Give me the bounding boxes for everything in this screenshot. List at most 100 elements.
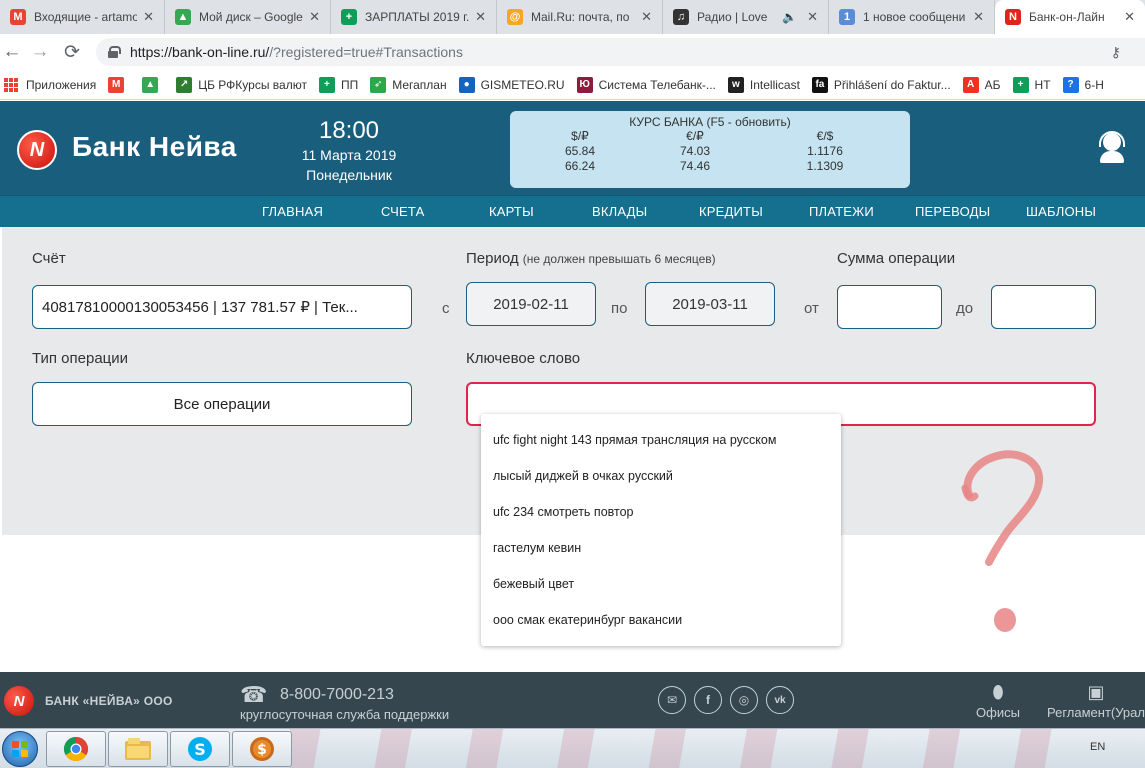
forward-icon[interactable]: → [28,40,52,64]
rates-title: КУРС БАНКА (F5 - обновить) [629,115,791,129]
svg-text:$: $ [257,742,267,758]
browser-tab[interactable]: M Входящие - artamo ✕ [0,0,165,34]
browser-tab[interactable]: N Банк-он-Лайн ✕ [995,0,1145,34]
footer-offices-label: Офисы [976,705,1020,720]
bookmark-item[interactable]: ? 6-Н [1062,76,1104,93]
tab-close-icon[interactable]: ✕ [143,9,154,25]
bookmark-item[interactable]: ● GISMETEO.RU [458,76,565,93]
bookmark-item[interactable]: ▲ [142,76,164,93]
nav-home[interactable]: ГЛАВНАЯ [262,204,323,219]
bank-logo-icon[interactable]: N [17,130,57,170]
rate-value: 1.1309 [806,159,844,173]
bookmark-item[interactable]: w Intellicast [727,76,800,93]
facebook-icon[interactable]: f [694,686,722,714]
nav-deposits[interactable]: ВКЛАДЫ [592,204,647,219]
tab-title: Радио | Love [697,10,768,24]
rate-value: 1.1176 [807,144,843,158]
document-icon: ▣ [1087,682,1105,702]
address-bar[interactable]: https://bank-on-line.ru//?registered=tru… [96,38,1145,66]
chrome-icon[interactable] [46,731,106,767]
mail-icon[interactable]: ✉ [658,686,686,714]
bookmark-item[interactable]: + НТ [1012,76,1051,93]
nav-templates[interactable]: ШАБЛОНЫ [1026,204,1096,219]
taskbar-wallpaper [290,729,1090,768]
rates-header-row: $/₽ €/₽ €/$ [510,129,910,144]
nav-cards[interactable]: КАРТЫ [489,204,534,219]
nav-credits[interactable]: КРЕДИТЫ [699,204,763,219]
suggestion-item[interactable]: ufc fight night 143 прямая трансляция на… [493,433,776,447]
clock-date: 11 Марта 2019 [301,147,397,163]
footer-phone[interactable]: 8-800-7000-213 [280,686,394,704]
suggestion-item[interactable]: бежевый цвет [493,577,574,591]
footer-reglament-label: Регламент(Урал [1047,705,1145,720]
bookmark-item[interactable]: ➶ Мегаплан [370,76,447,93]
key-icon[interactable]: ⚷ [1111,44,1121,61]
bookmark-item[interactable]: + ПП [318,76,359,93]
date-from-input[interactable]: 2019-02-11 [466,282,596,326]
skype-icon[interactable]: S [170,731,230,767]
suggestion-item[interactable]: ufc 234 смотреть повтор [493,505,634,519]
bookmark-label: ПП [340,77,359,92]
bookmark-item[interactable]: Приложения [4,77,96,92]
megaplan-icon: ➶ [370,76,387,93]
bookmark-item[interactable]: Ю Система Телебанк-... [576,76,716,93]
google-drive-icon: ▲ [142,76,159,93]
nav-payments[interactable]: ПЛАТЕЖИ [809,204,874,219]
sum-to-word: до [956,300,974,317]
tab-favicon-icon: ▲ [175,9,191,25]
rates-buy-row: 65.84 74.03 1.1176 [510,144,910,159]
bank-footer: N БАНК «НЕЙВА» ООО ☎ 8-800-7000-213 круг… [0,672,1145,728]
suggestion-item[interactable]: ооо смак екатеринбург вакансии [493,613,682,627]
date-to-input[interactable]: 2019-03-11 [645,282,775,326]
tab-audio-icon[interactable]: 🔈 [782,10,797,24]
browser-tab[interactable]: @ Mail.Ru: почта, по ✕ [497,0,663,34]
rate-header: €/$ [816,129,834,143]
bookmark-item[interactable]: ↗ ЦБ РФКурсы валют [176,76,307,93]
tab-close-icon[interactable]: ✕ [309,9,320,25]
rate-header: €/₽ [686,129,704,143]
footer-offices-link[interactable]: ⬮ Офисы [972,682,1024,720]
bank-name[interactable]: Банк Нейва [72,131,237,163]
vk-icon[interactable]: vk [766,686,794,714]
browser-tab[interactable]: ▲ Мой диск – Google ✕ [165,0,331,34]
explorer-icon[interactable] [108,731,168,767]
browser-tab[interactable]: ♫ Радио | Love 🔈 ✕ [663,0,829,34]
bookmarks-bar: Приложения M ▲ ↗ ЦБ РФКурсы валют + ПП ➶ Мегапла… [0,70,1145,100]
drawn-question-mark-annotation [961,450,1044,632]
bookmark-item[interactable]: fa Přihlášení do Faktur... [811,76,951,93]
sum-to-input[interactable] [991,285,1096,329]
account-select[interactable]: 40817810000130053456 | 137 781.57 ₽ | Те… [32,285,412,329]
instagram-icon[interactable]: ◎ [730,686,758,714]
nav-accounts[interactable]: СЧЕТА [381,204,424,219]
support-operator-icon[interactable] [1098,131,1126,163]
tab-close-icon[interactable]: ✕ [973,9,984,25]
browser-tab[interactable]: + ЗАРПЛАТЫ 2019 г. ✕ [331,0,497,34]
browser-tab[interactable]: 1 1 новое сообщени ✕ [829,0,995,34]
lock-icon [108,46,121,58]
tab-title: Банк-он-Лайн [1029,10,1105,24]
reload-icon[interactable]: ⟳ [60,40,84,64]
nav-transfers[interactable]: ПЕРЕВОДЫ [915,204,990,219]
money-icon[interactable]: $ [232,731,292,767]
operation-type-select[interactable]: Все операции [32,382,412,426]
back-icon[interactable]: ← [0,40,24,64]
tab-close-icon[interactable]: ✕ [807,9,818,25]
keyboard-language[interactable]: EN [1090,741,1105,753]
windows-start-icon[interactable] [2,731,38,767]
footer-logo-icon[interactable]: N [4,686,34,716]
suggestion-item[interactable]: гастелум кевин [493,541,581,555]
suggestion-item[interactable]: лысый диджей в очках русский [493,469,673,483]
tab-close-icon[interactable]: ✕ [1124,9,1135,25]
tab-favicon-icon: @ [507,9,523,25]
exchange-rates-panel[interactable]: КУРС БАНКА (F5 - обновить) $/₽ €/₽ €/$ 6… [510,111,910,188]
tab-close-icon[interactable]: ✕ [641,9,652,25]
bookmark-item[interactable]: A АБ [962,76,1001,93]
period-label: Период (не должен превышать 6 месяцев) [466,250,716,267]
tab-title: Мой диск – Google [199,10,303,24]
tab-close-icon[interactable]: ✕ [475,9,486,25]
help-icon: ? [1062,76,1079,93]
sum-from-input[interactable] [837,285,942,329]
bookmark-item[interactable]: M [108,76,130,93]
tab-favicon-icon: M [10,9,26,25]
footer-reglament-link[interactable]: ▣ Регламент(Урал [1047,682,1145,720]
